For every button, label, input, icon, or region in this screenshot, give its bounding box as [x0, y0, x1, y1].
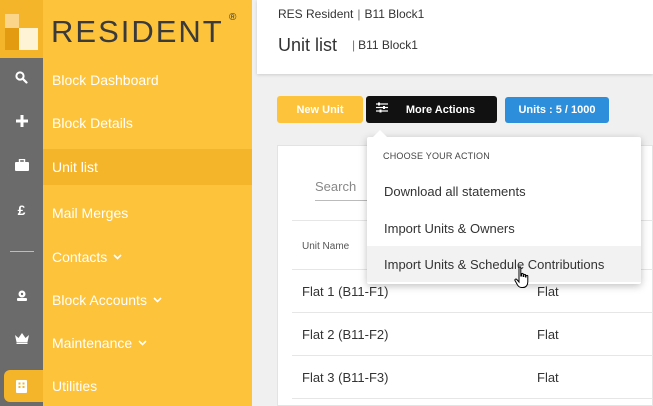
dropdown-caret: [373, 130, 387, 137]
more-actions-button[interactable]: More Actions: [366, 96, 497, 123]
new-unit-button[interactable]: New Unit: [277, 96, 363, 123]
logo-square: [19, 28, 38, 50]
sidebar-item-label: Maintenance: [52, 335, 133, 351]
sidebar-item-label: Block Dashboard: [52, 72, 159, 88]
hand-cursor-icon: [514, 266, 529, 288]
sliders-icon: [376, 102, 388, 116]
sidebar-item-mail-merges[interactable]: Mail Merges: [43, 195, 252, 231]
page-header: RES Resident | B11 Block1 Unit list | B11 B…: [257, 0, 653, 74]
chevron-down-icon: [113, 252, 122, 263]
more-actions-dropdown: CHOOSE YOUR ACTION Download all statemen…: [367, 130, 641, 284]
table-row[interactable]: Flat 3 (B11-F3) Flat: [292, 356, 653, 399]
support-icon[interactable]: [0, 280, 43, 310]
unit-name-cell: Flat 2 (B11-F2): [302, 327, 389, 342]
rail-divider: [10, 251, 34, 252]
more-actions-label: More Actions: [405, 103, 476, 116]
plus-icon[interactable]: [0, 106, 43, 136]
unit-type-cell: Flat: [537, 284, 559, 299]
unit-name-cell: Flat 1 (B11-F1): [302, 284, 389, 299]
sidebar-item-label: Block Details: [52, 115, 133, 131]
breadcrumb: RES Resident | B11 Block1: [278, 7, 424, 21]
subtitle-text: B11 Block1: [358, 38, 418, 52]
logo-mark: [0, 0, 43, 58]
sidebar-item-utilities[interactable]: Utilities: [43, 368, 252, 404]
search-input[interactable]: Search: [315, 179, 375, 201]
sidebar-item-label: Contacts: [52, 249, 108, 265]
unit-type-cell: Flat: [537, 327, 559, 342]
sidebar-item-block-dashboard[interactable]: Block Dashboard: [43, 62, 252, 98]
breadcrumb-separator: |: [357, 7, 361, 21]
sidebar-item-block-accounts[interactable]: Block Accounts: [43, 282, 252, 318]
logo-square: [5, 14, 19, 28]
subtitle-separator: |: [352, 38, 356, 52]
brand-logo-text: RESIDENT: [51, 14, 224, 49]
registered-mark: ®: [229, 12, 237, 23]
sidebar-item-label: Utilities: [52, 378, 98, 394]
briefcase-icon[interactable]: [0, 150, 43, 180]
sidebar-item-maintenance[interactable]: Maintenance: [43, 325, 252, 361]
menu-item-download-all-statements[interactable]: Download all statements: [367, 173, 641, 209]
unit-type-cell: Flat: [537, 370, 559, 385]
breadcrumb-item[interactable]: B11 Block1: [365, 7, 425, 21]
table-row[interactable]: Flat 2 (B11-F2) Flat: [292, 313, 653, 356]
pound-icon[interactable]: £: [0, 195, 43, 225]
page-subtitle: | B11 Block1: [352, 38, 418, 52]
menu-item-import-units-schedule-contributions[interactable]: Import Units & Schedule Contributions: [367, 246, 641, 282]
icon-rail: £: [0, 0, 43, 406]
menu-item-import-units-owners[interactable]: Import Units & Owners: [367, 210, 641, 246]
sidebar-item-label: Unit list: [52, 159, 98, 175]
logo-square: [5, 28, 19, 50]
crown-icon[interactable]: [0, 323, 43, 353]
unit-name-cell: Flat 3 (B11-F3): [302, 370, 389, 385]
units-count-badge[interactable]: Units : 5 / 1000: [505, 97, 609, 123]
sidebar: RESIDENT ® Block Dashboard Block Details…: [43, 0, 252, 406]
dropdown-heading: CHOOSE YOUR ACTION: [383, 151, 490, 161]
sidebar-item-block-details[interactable]: Block Details: [43, 105, 252, 141]
sidebar-item-contacts[interactable]: Contacts: [43, 239, 252, 275]
column-header-unit-name[interactable]: Unit Name: [302, 241, 349, 252]
sidebar-item-label: Mail Merges: [52, 205, 129, 221]
page-title: Unit list: [278, 35, 338, 55]
search-icon[interactable]: [0, 62, 43, 92]
sidebar-item-label: Block Accounts: [52, 292, 147, 308]
breadcrumb-item[interactable]: RES Resident: [278, 7, 353, 21]
utilities-icon[interactable]: [0, 371, 43, 401]
chevron-down-icon: [153, 295, 162, 306]
chevron-down-icon: [138, 338, 147, 349]
sidebar-item-unit-list[interactable]: Unit list: [43, 149, 252, 185]
